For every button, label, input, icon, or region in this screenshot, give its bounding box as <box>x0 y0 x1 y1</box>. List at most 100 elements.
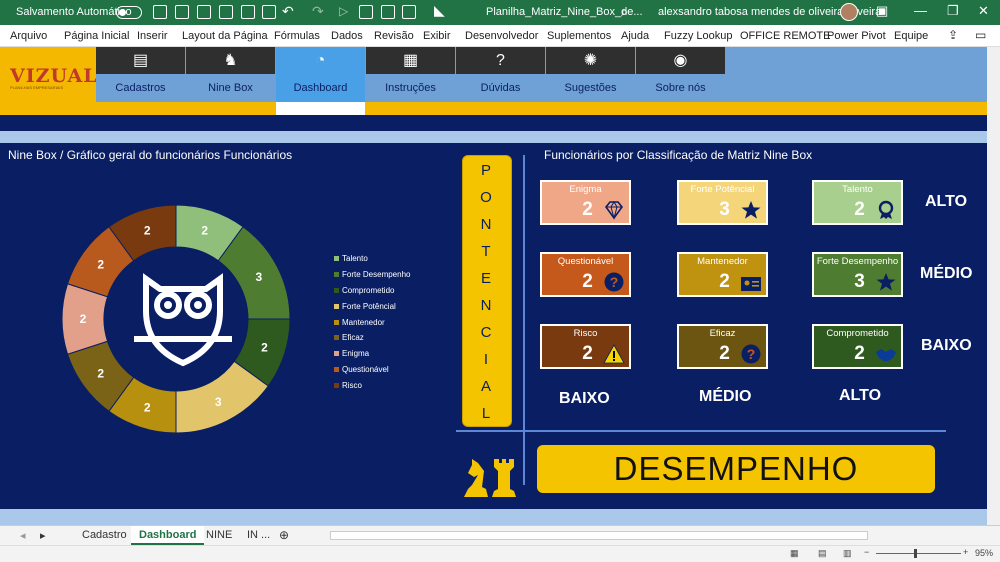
tab-dashboard[interactable]: Dashboard <box>131 526 205 545</box>
prev-sheet-icon[interactable]: ◂ <box>20 529 26 542</box>
menu-formulas[interactable]: Fórmulas <box>274 30 320 42</box>
menu-fuzzy-lookup[interactable]: Fuzzy Lookup <box>664 30 732 42</box>
menu-layout[interactable]: Layout da Página <box>182 30 268 42</box>
print-preview-icon[interactable] <box>219 5 233 19</box>
yellow-band <box>0 102 987 115</box>
checkbox-icon[interactable] <box>381 5 395 19</box>
restore-icon[interactable]: ❐ <box>947 3 959 19</box>
donut-data-label: 2 <box>144 224 151 238</box>
legend-item: Mantenedor <box>334 314 410 330</box>
nav-label: Cadastros <box>115 82 166 94</box>
legend-swatch <box>334 335 339 341</box>
play-icon[interactable]: ▷ <box>339 4 348 18</box>
question-icon: ? <box>603 272 625 292</box>
menu-pagina-inicial[interactable]: Página Inicial <box>64 30 129 42</box>
ribbon-display-icon[interactable]: ▣ <box>876 3 888 19</box>
ninebox-cell: Enigma 2 <box>540 180 631 225</box>
ninebox-cell-title: Forte Desempenho <box>816 256 899 267</box>
ninebox-cell-title: Forte Potêncial <box>690 184 755 195</box>
fill-color-icon[interactable]: ◣ <box>434 2 445 19</box>
save-icon[interactable] <box>197 5 211 19</box>
bottom-band <box>0 509 987 525</box>
autosave-toggle[interactable] <box>116 6 142 19</box>
nav-cadastros[interactable]: ▤ Cadastros <box>96 47 185 102</box>
avatar[interactable] <box>840 3 858 21</box>
undo-icon[interactable]: ↶ <box>282 3 294 20</box>
star-icon <box>875 272 897 292</box>
donut-data-label: 2 <box>97 257 104 271</box>
potencial-letter: A <box>480 378 493 395</box>
zoom-in-icon[interactable]: + <box>963 547 968 557</box>
menu-inserir[interactable]: Inserir <box>137 30 168 42</box>
page-layout-icon[interactable]: ▤ <box>818 548 827 559</box>
normal-view-icon[interactable]: ▦ <box>790 548 799 559</box>
divider-band <box>0 131 987 143</box>
title-bar: Salvamento Automático ↶ ↷ ▷ ◣ Planilha_M… <box>0 0 1000 25</box>
menu-suplementos[interactable]: Suplementos <box>547 30 611 42</box>
zoom-slider-handle[interactable] <box>914 549 917 558</box>
ribbon-tabs: Arquivo Página Inicial Inserir Layout da… <box>0 25 1000 47</box>
nav-sugestoes[interactable]: ✺ Sugestões <box>546 47 635 102</box>
legend-swatch <box>334 319 339 325</box>
horizontal-scrollbar[interactable] <box>330 531 868 540</box>
sheet-tab-bar: ◂ ▸ Cadastro Dashboard NINE IN ... ⊕ <box>0 525 1000 545</box>
tab-nine[interactable]: NINE <box>198 526 240 545</box>
sort-icon[interactable] <box>262 5 276 19</box>
ninebox-cell: Mantenedor 2 <box>677 252 768 297</box>
open-folder-icon[interactable] <box>175 5 189 19</box>
teacher-icon: ▦ <box>366 47 455 74</box>
ninebox-cell-title: Mantenedor <box>697 256 748 267</box>
search-icon[interactable]: ⌕ <box>621 4 628 20</box>
nav-dashboard[interactable]: ◔ Dashboard <box>276 47 365 102</box>
menu-revisao[interactable]: Revisão <box>374 30 414 42</box>
next-sheet-icon[interactable]: ▸ <box>40 529 46 542</box>
menu-desenvolvedor[interactable]: Desenvolvedor <box>465 30 538 42</box>
form-icon[interactable] <box>241 5 255 19</box>
zoom-level[interactable]: 95% <box>975 548 993 558</box>
legend-item: Eficaz <box>334 330 410 346</box>
shape-icon[interactable] <box>402 5 416 19</box>
potencial-letter: C <box>480 324 494 341</box>
zoom-out-icon[interactable]: − <box>864 547 869 557</box>
zoom-slider[interactable] <box>876 553 961 554</box>
level-alto: ALTO <box>925 193 968 210</box>
donut-data-label: 3 <box>256 270 263 284</box>
chess-icon: ♞ <box>186 47 275 74</box>
nav-nine-box[interactable]: ♞ Nine Box <box>186 47 275 102</box>
tab-cadastro[interactable]: Cadastro <box>74 526 135 545</box>
dashboard-sheet: VIZUAL PLANILHAS EMPRESARIAIS ▤ Cadastro… <box>0 47 987 525</box>
ninebox-cell-title: Risco <box>573 328 598 339</box>
comments-icon[interactable]: ▭ <box>975 28 986 42</box>
share-icon[interactable]: ⇪ <box>948 28 958 42</box>
chart-title: Nine Box / Gráfico geral do funcionários… <box>8 148 293 162</box>
menu-power-pivot[interactable]: Power Pivot <box>827 30 886 42</box>
nav-label: Sugestões <box>564 82 617 94</box>
page-break-icon[interactable]: ▥ <box>843 548 852 559</box>
donut-data-label: 2 <box>261 341 268 355</box>
chess-pieces-icon <box>464 459 516 497</box>
menu-equipe[interactable]: Equipe <box>894 30 928 42</box>
add-sheet-icon[interactable]: ⊕ <box>279 528 289 542</box>
status-bar: ▦ ▤ ▥ − + 95% <box>0 545 1000 562</box>
minimize-icon[interactable]: — <box>914 3 927 18</box>
camera-icon[interactable] <box>359 5 373 19</box>
menu-office-remote[interactable]: OFFICE REMOTE <box>740 30 830 42</box>
axis-line-horizontal <box>456 430 946 432</box>
menu-exibir[interactable]: Exibir <box>423 30 451 42</box>
redo-icon[interactable]: ↷ <box>312 3 324 20</box>
menu-dados[interactable]: Dados <box>331 30 363 42</box>
donut-data-label: 2 <box>144 400 151 414</box>
star-icon <box>740 200 762 220</box>
new-file-icon[interactable] <box>153 5 167 19</box>
ninebox-cell-title: Comprometido <box>826 328 889 339</box>
tab-more[interactable]: IN ... <box>239 526 278 545</box>
svg-text:?: ? <box>610 274 619 290</box>
owl-icon: ◉ <box>636 47 725 74</box>
menu-ajuda[interactable]: Ajuda <box>621 30 649 42</box>
nav-duvidas[interactable]: ? Dúvidas <box>456 47 545 102</box>
nav-sobre-nos[interactable]: ◉ Sobre nós <box>636 47 725 102</box>
nav-instrucoes[interactable]: ▦ Instruções <box>366 47 455 102</box>
menu-arquivo[interactable]: Arquivo <box>10 30 47 42</box>
vertical-scrollbar[interactable] <box>987 47 1000 525</box>
close-icon[interactable]: ✕ <box>978 3 989 19</box>
